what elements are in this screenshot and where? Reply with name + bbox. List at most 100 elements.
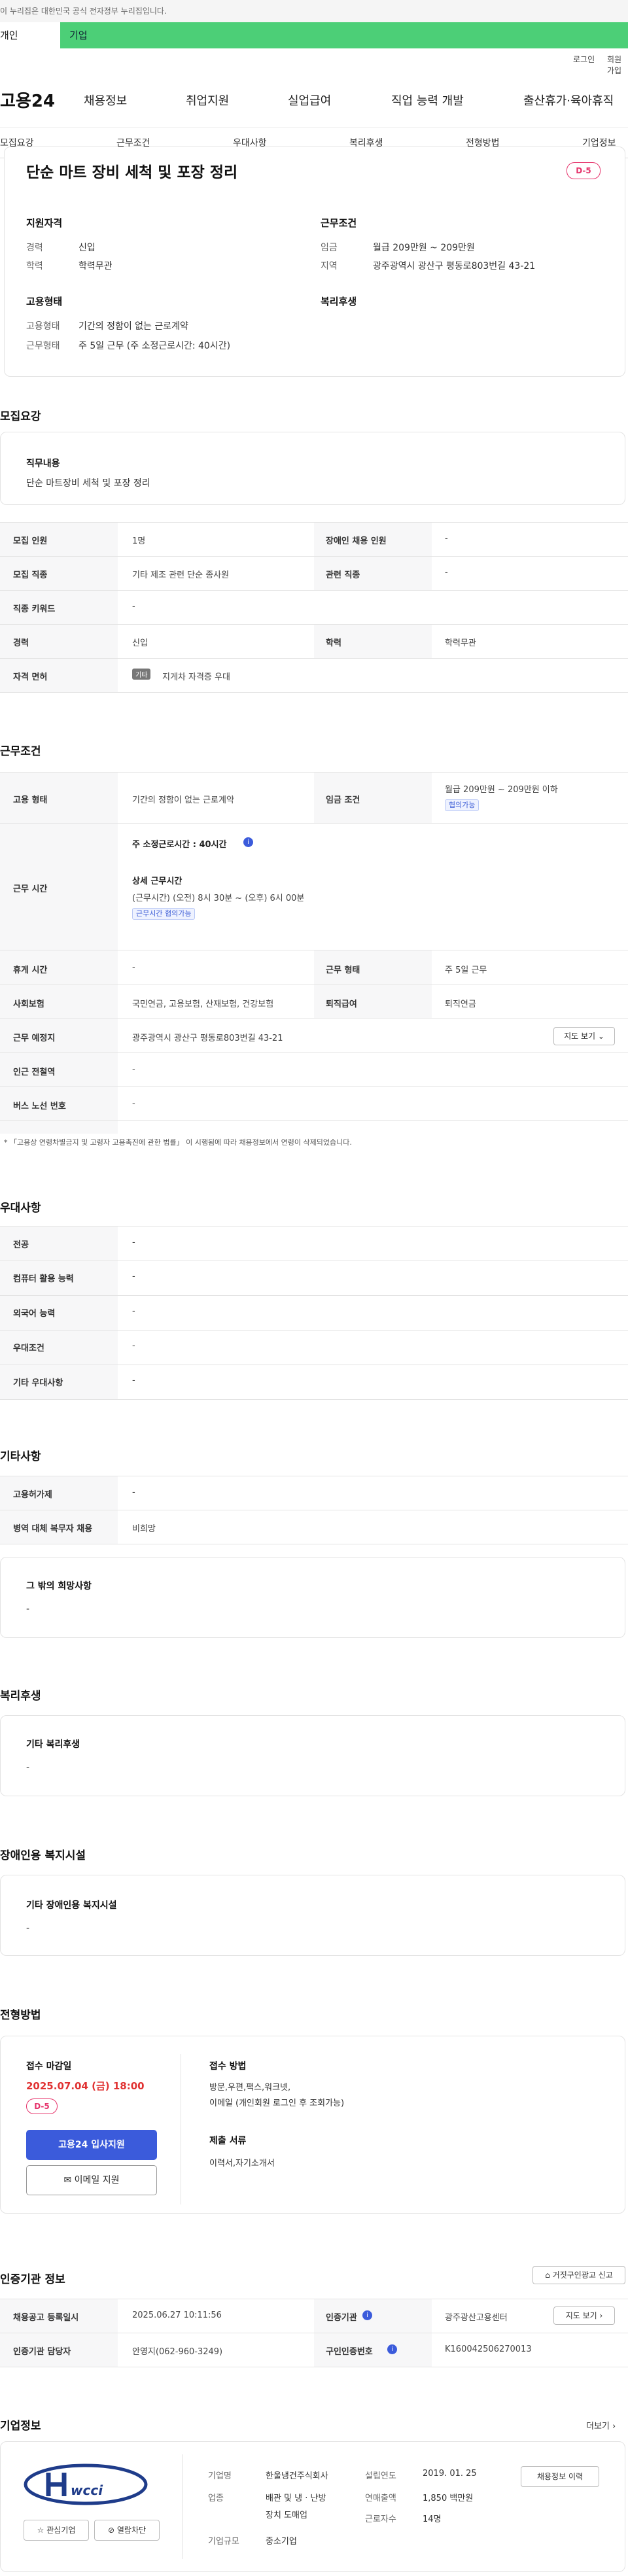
table-key: 자격 면허 (13, 672, 48, 682)
table-value: 안영지(062-960-3249) (132, 2347, 223, 2357)
divider (0, 1052, 628, 1053)
table-value: - (132, 1341, 135, 1351)
table-value: 국민연금, 고용보험, 산재보험, 건강보험 (132, 1000, 274, 1009)
hiring-history-button[interactable]: 채용정보 이력 (521, 2466, 599, 2487)
company-title: 기업정보 (0, 2420, 41, 2433)
table-head-bg (314, 523, 432, 591)
table-key: 임금 조건 (326, 795, 360, 805)
agency-info-icon[interactable]: i (362, 2310, 372, 2320)
table-value: 지게차 자격증 우대 (162, 672, 230, 682)
report-fake-ad-button[interactable]: ⌂ 거짓구인광고 신고 (532, 2266, 625, 2284)
disabled-title: 장애인용 복지시설 (0, 1849, 86, 1862)
divider (182, 2454, 183, 2559)
table-head-bg (0, 773, 118, 1134)
apply-button[interactable]: 고용24 입사지원 (26, 2130, 157, 2160)
area-label: 지역 (321, 261, 338, 271)
table-key: 고용 형태 (13, 795, 48, 805)
emp-value: 기간의 정함이 없는 근로계약 (78, 321, 188, 332)
table-key: 퇴직급여 (326, 1000, 357, 1009)
mail-icon: ✉ (63, 2175, 72, 2185)
company-industry-1: 배관 및 냉 · 난방 (266, 2494, 326, 2503)
divider (0, 624, 628, 625)
edu-value: 학력무관 (78, 261, 113, 271)
cond-title: 근무조건 (321, 217, 357, 229)
method-value-2: 이메일 (개인회원 로그인 후 조회가능) (209, 2098, 345, 2108)
email-apply-button[interactable]: ✉ 이메일 지원 (26, 2165, 157, 2195)
table-key: 인근 전철역 (13, 1068, 56, 1077)
table-key: 관련 직종 (326, 570, 360, 580)
gnb-training[interactable]: 직업 능력 개발 (391, 92, 464, 109)
company-key: 기업명 (208, 2471, 232, 2481)
wage-label: 임금 (321, 243, 338, 253)
other-label: 그 밖의 희망사항 (26, 1581, 92, 1592)
table-value: 기간의 정함이 없는 근로계약 (132, 795, 234, 805)
gnb-jobs[interactable]: 채용정보 (84, 92, 127, 109)
age-notice: * 「고용상 연령차별금지 및 고령자 고용촉진에 관한 법률」 이 시행됨에 … (4, 1138, 352, 1147)
gov-banner: 이 누리집은 대한민국 공식 전자정부 누리집입니다. (0, 0, 628, 22)
welfare-value: - (26, 1762, 30, 1773)
favorite-company-button[interactable]: ☆ 관심기업 (24, 2520, 89, 2541)
favorite-label: 관심기업 (46, 2526, 76, 2535)
deadline-label: 접수 마감일 (26, 2061, 72, 2072)
company-key: 설립연도 (365, 2471, 396, 2481)
table-value: 신입 (132, 638, 148, 648)
company-logo: wcci (24, 2463, 148, 2505)
table-value: - (132, 1488, 135, 1497)
method-value-1: 방문,우편,팩스,워크넷, (209, 2083, 291, 2093)
agency-title: 인증기관 정보 (0, 2273, 65, 2286)
table-key: 학력 (326, 638, 341, 648)
map-button[interactable]: 지도 보기 ⌄ (553, 1027, 615, 1045)
divider (0, 1120, 628, 1121)
star-icon: ☆ (37, 2526, 44, 2535)
emp-label: 고용형태 (26, 321, 60, 332)
table-key: 휴게 시간 (13, 966, 48, 975)
gnb-unemployment[interactable]: 실업급여 (288, 92, 331, 109)
tab-personal[interactable]: 개인 (0, 22, 60, 48)
cert-info-icon[interactable]: i (387, 2344, 397, 2354)
table-value: - (445, 534, 448, 544)
table-key: 근무 예정지 (13, 1034, 56, 1043)
site-logo[interactable]: 고용24 (0, 88, 55, 112)
table-key: 인증기관 담당자 (13, 2347, 71, 2357)
gnb-employment-support[interactable]: 취업지원 (186, 92, 229, 109)
agency-map-label: 지도 보기 (565, 2311, 597, 2320)
info-icon[interactable]: i (243, 837, 253, 847)
email-apply-label: 이메일 지원 (74, 2175, 120, 2185)
logo-text: wcci (71, 2482, 103, 2498)
welfare-summary-title: 복리후생 (321, 296, 357, 307)
negotiable-tag: 협의가능 (445, 799, 480, 811)
duty-value: 단순 마트장비 세척 및 포장 정리 (26, 478, 150, 489)
company-key: 근로자수 (365, 2515, 396, 2524)
tab-business[interactable]: 기업 (60, 22, 628, 48)
agency-map-button[interactable]: 지도 보기 › (553, 2306, 615, 2325)
hours-detail: (근무시간) (오전) 8시 30분 ~ (오후) 6시 00분 (132, 894, 305, 903)
process-dday-badge: D-5 (26, 2098, 58, 2114)
divider (0, 1399, 628, 1400)
signup-link[interactable]: 회원가입 (607, 54, 628, 76)
company-more-link[interactable]: 더보기 › (586, 2419, 616, 2431)
gnb-parental-leave[interactable]: 출산휴가·육아휴직 (523, 92, 614, 109)
map-button-label: 지도 보기 (564, 1032, 596, 1041)
block-icon: ⊘ (107, 2526, 115, 2535)
career-value: 신입 (78, 243, 96, 253)
welfare-title: 복리후생 (0, 1690, 41, 1703)
table-value: - (132, 1306, 135, 1316)
company-sales: 1,850 백만원 (423, 2494, 474, 2503)
table-head-bg (314, 2299, 432, 2367)
other-card (0, 1557, 625, 1638)
login-link[interactable]: 로그인 (573, 54, 595, 65)
table-key: 채용공고 등록일시 (13, 2313, 79, 2323)
table-value: 비희망 (132, 1524, 156, 1534)
divider (0, 556, 628, 557)
table-key: 직종 키워드 (13, 604, 56, 614)
table-head-bg (0, 2299, 118, 2367)
company-name: 한울냉건주식회사 (266, 2471, 328, 2481)
process-title: 전형방법 (0, 2009, 41, 2022)
block-company-button[interactable]: ⊘ 열람차단 (94, 2520, 160, 2541)
area-value: 광주광역시 광산구 평동로803번길 43-21 (373, 261, 536, 271)
table-head-bg (0, 1476, 118, 1544)
weekly-hours: 주 소정근로시간 : 40시간 (132, 840, 227, 850)
table-value: - (132, 1099, 135, 1109)
disabled-value: - (26, 1923, 30, 1934)
table-key: 근무 시간 (13, 884, 48, 894)
